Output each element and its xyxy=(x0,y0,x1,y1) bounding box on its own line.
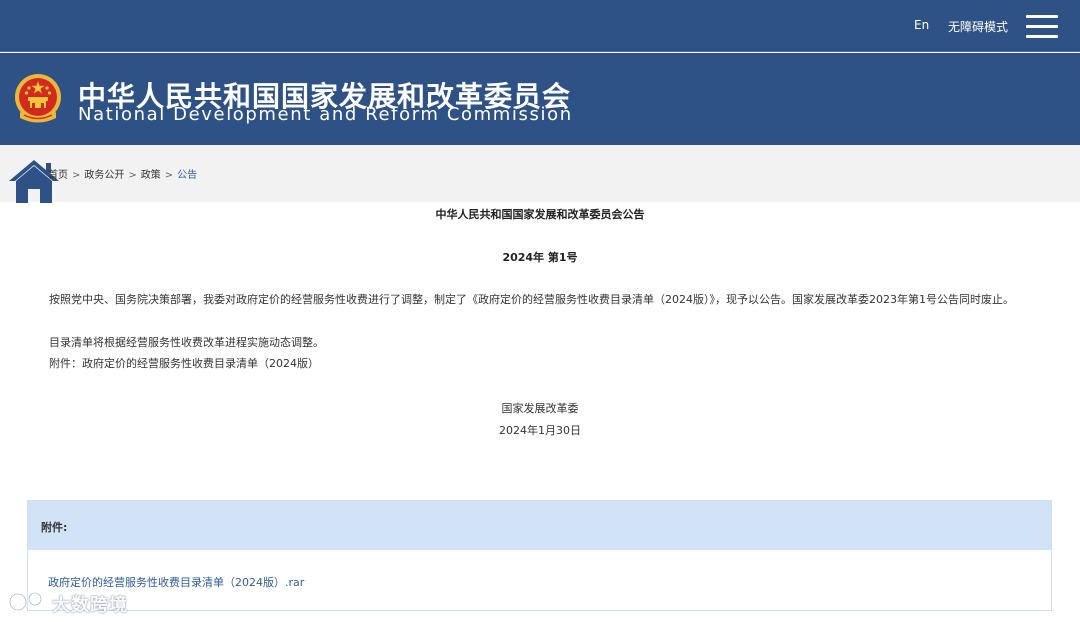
attachment-panel: 附件: 政府定价的经营服务性收费目录清单（2024版）.rar xyxy=(27,500,1052,611)
attachment-header: 附件: xyxy=(28,501,1051,550)
attachment-label: 附件: xyxy=(41,521,68,534)
breadcrumb-policy[interactable]: 政策 xyxy=(141,170,161,181)
breadcrumb-gov-affairs[interactable]: 政务公开 xyxy=(84,170,124,181)
site-title-english: National Development and Reform Commissi… xyxy=(78,104,573,125)
language-switch-link[interactable]: En xyxy=(914,18,929,32)
breadcrumb: 首页 > 政务公开 > 政策 > 公告 xyxy=(48,170,198,181)
signature-org: 国家发展改革委 xyxy=(501,402,579,415)
watermark: 大数跨境 xyxy=(8,590,144,616)
breadcrumb-announcement[interactable]: 公告 xyxy=(177,170,197,181)
breadcrumb-home[interactable]: 首页 xyxy=(48,170,68,181)
national-emblem-icon xyxy=(15,74,61,123)
menu-icon[interactable] xyxy=(1026,14,1060,40)
accessibility-mode-link[interactable]: 无障碍模式 xyxy=(948,18,1008,35)
attachment-file-link[interactable]: 政府定价的经营服务性收费目录清单（2024版）.rar xyxy=(48,574,304,590)
document-number: 2024年 第1号 xyxy=(502,251,578,264)
site-banner: 中华人民共和国国家发展和改革委员会 National Development a… xyxy=(0,53,1080,145)
paragraph: 按照党中央、国务院决策部署，我委对政府定价的经营服务性收费进行了调整，制定了《政… xyxy=(49,293,1014,306)
watermark-text: 大数跨境 xyxy=(52,595,128,616)
document-title: 中华人民共和国国家发展和改革委员会公告 xyxy=(435,208,645,221)
paragraph: 目录清单将根据经营服务性收费改革进程实施动态调整。 xyxy=(49,336,324,349)
top-bar: En 无障碍模式 xyxy=(0,0,1080,52)
watermark-logo-icon xyxy=(8,591,43,612)
signature-date: 2024年1月30日 xyxy=(499,424,581,437)
paragraph: 附件：政府定价的经营服务性收费目录清单（2024版） xyxy=(49,357,319,370)
